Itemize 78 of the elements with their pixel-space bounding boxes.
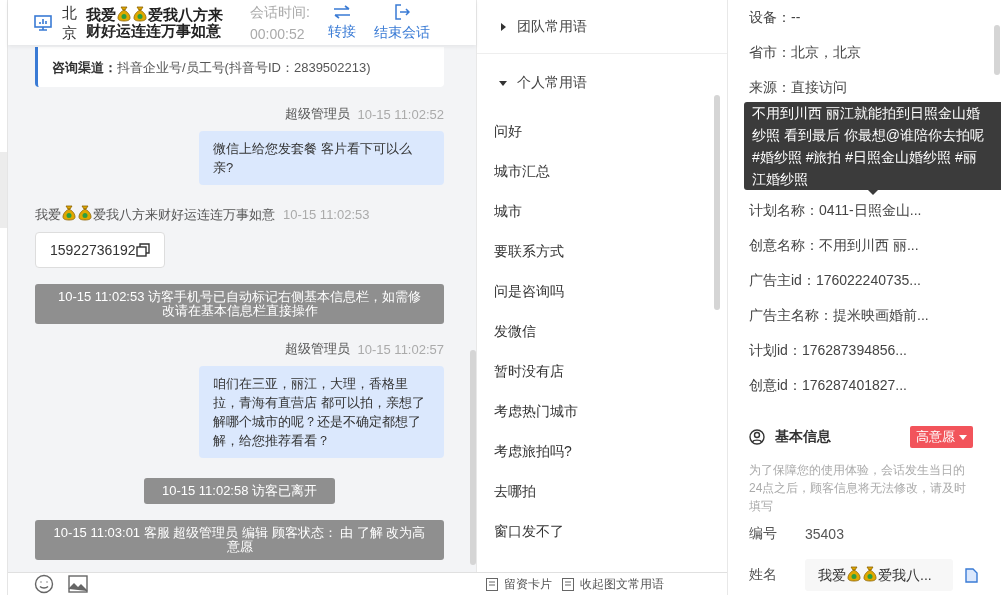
message-bubble: 微信上给您发套餐 客片看下可以么亲? [199,131,444,185]
tooltip-text: 江婚纱照 [752,170,808,189]
field-value: 35403 [805,526,844,542]
system-message: 10-15 11:02:53 访客手机号已自动标记右侧基本信息栏，如需修改请在基本信息栏直接操作 [35,284,444,324]
document-icon [486,577,498,591]
phrase-item[interactable]: 问是咨询吗 [477,272,581,312]
info-row-text: 来源：直接访问 [749,77,847,97]
phrase-item[interactable]: 城市汇总 [477,152,567,192]
info-row-text: 创意名称：不用到川西 丽... [749,235,919,255]
phrase-item[interactable]: 发微信 [477,312,553,352]
info-row-text: 计划id：176287394856... [749,340,907,360]
transfer-button[interactable]: 转接 [327,4,356,41]
copy-icon[interactable] [135,243,150,257]
bottom-action[interactable]: 留资卡片 [486,577,552,591]
scrollbar[interactable] [714,95,720,310]
name-field[interactable]: 我爱 爱我八... [805,559,953,591]
monitor-icon [34,14,52,31]
money-bag-icon [62,205,76,221]
info-note: 为了保障您的使用体验，会话发生当日的24点之后，顾客信息将无法修改，请及时填写 [749,462,968,515]
image-icon[interactable] [68,575,88,593]
user-icon [749,429,765,445]
section-title: 基本信息 [775,428,832,446]
info-row-text: 设备：-- [749,7,801,27]
phrase-item[interactable]: 要联系方式 [477,232,581,272]
caret-down-icon [959,434,967,440]
phrase-item[interactable]: 考虑热门城市 [477,392,595,432]
visitor-name: 爱我八方来 [148,6,223,23]
scrollbar[interactable] [994,25,1000,75]
field-label: 编号 [749,525,778,543]
channel-info: 咨询渠道：抖音企业号/员工号(抖音号ID：2839502213) [52,60,371,75]
money-bag-icon [847,565,861,582]
logout-icon [393,3,410,20]
phrase-item[interactable]: 窗口发不了 [477,512,581,552]
system-message: 10-15 11:02:58 访客已离开 [143,478,336,504]
phone-number-card: 15922736192 [35,232,165,268]
emoji-icon[interactable] [34,574,54,594]
message-time: 10-15 11:02:52 [357,106,444,122]
message-bubble: 咱们在三亚，丽江，大理，香格里拉，青海有直营店 都可以拍，亲想了解哪个城市的呢？还是不确定都想了解，给您推荐看看？ [199,366,444,458]
sender-name: 超级管理员 [284,340,350,358]
message-time: 10-15 11:02:53 [283,207,370,222]
phrase-item[interactable]: 暂时没有店 [477,352,581,392]
money-bag-icon [863,565,877,582]
sender-name: 我爱 [35,207,61,222]
phrase-item[interactable]: 城市 [477,192,539,232]
info-row-text: 省市：北京，北京 [749,42,861,62]
visitor-name: 财好运连连万事如意 [86,22,221,39]
name-value: 我爱 [818,566,846,583]
visitor-location: 北京 [62,2,76,43]
phrase-item[interactable]: 去哪拍 [477,472,553,512]
money-bag-icon [117,6,131,22]
caret-right-icon [499,22,507,31]
info-row-text: 广告主名称：提米映画婚前... [749,305,929,325]
caret-down-icon [499,79,507,87]
name-value: 爱我八... [878,566,932,583]
session-label: 会话时间: [250,2,310,22]
tooltip-text: 纱照 看到最后 你最想@谁陪你去拍呢 [752,126,984,145]
sender-name: 超级管理员 [284,105,350,123]
phrase-item[interactable]: 考虑旅拍吗? [477,432,589,472]
swap-icon [332,4,351,19]
visitor-name: 我爱 [86,6,116,23]
phrase-item[interactable]: 问好 [477,112,539,152]
tooltip-text: 不用到川西 丽江就能拍到日照金山婚 [752,104,980,123]
bottom-action[interactable]: 收起图文常用语 [562,577,664,591]
message-time: 10-15 11:02:57 [357,341,444,357]
scrollbar[interactable] [470,350,476,565]
info-row-text: 创意id：176287401827... [749,375,907,395]
field-label: 姓名 [749,566,778,584]
system-message: 10-15 11:03:01 客服 超级管理员 编辑 顾客状态： 由 了解 改为高意愿 [35,520,444,560]
session-time: 00:00:52 [250,24,306,44]
tooltip-text: #婚纱照 #旅拍 #日照金山婚纱照 #丽 [752,148,977,167]
info-row-text: 计划名称：0411-日照金山... [749,200,922,220]
document-icon [562,577,574,591]
money-bag-icon [78,205,92,221]
info-row-text: 广告主id：176022240735... [749,270,921,290]
sender-name: 爱我八方来财好运连连万事如意 [93,207,275,222]
money-bag-icon [133,6,147,22]
phrase-group[interactable]: 个人常用语 [477,54,727,112]
end-session-button[interactable]: 结束会话 [373,3,430,42]
